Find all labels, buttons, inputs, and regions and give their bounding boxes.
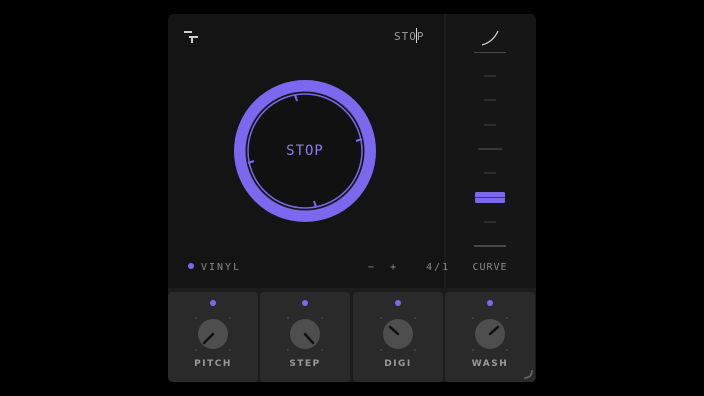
mode-label-text: STOP [394, 30, 425, 43]
knob-icon [380, 317, 416, 351]
preset-name: VINYL [201, 262, 242, 273]
knob-digi[interactable]: DIGI [353, 292, 443, 382]
knob-label: STEP [289, 359, 321, 369]
knob-indicator-dot [395, 300, 401, 306]
knob-pitch[interactable]: PITCH [168, 292, 258, 382]
preset-selector[interactable]: VINYL [188, 262, 241, 273]
preset-indicator-dot [188, 263, 194, 269]
knob-step[interactable]: STEP [260, 292, 350, 382]
knob-indicator-dot [210, 300, 216, 306]
preset-next-button[interactable]: + [390, 262, 398, 273]
knob-icon [472, 317, 508, 351]
curve-shape-icon [481, 30, 499, 46]
preset-counter: 4/1 [426, 262, 451, 273]
dial-center-label: STOP [286, 143, 324, 159]
knob-indicator-dot [302, 300, 308, 306]
text-cursor-icon [416, 28, 417, 43]
resize-handle-icon[interactable] [520, 366, 534, 380]
preset-navigation: − + 4/1 [368, 262, 450, 273]
knob-label: PITCH [194, 359, 232, 369]
knob-icon [287, 317, 323, 351]
knob-icon [195, 317, 231, 351]
curve-slider[interactable] [474, 52, 506, 252]
logo-icon [184, 31, 198, 43]
plugin-window: STOP STOP VINYL − + 4/1 CURVE PITCH STEP… [168, 14, 536, 382]
knob-label: DIGI [384, 359, 412, 369]
mode-label[interactable]: STOP [394, 28, 425, 43]
curve-label: CURVE [472, 262, 508, 273]
knob-indicator-dot [487, 300, 493, 306]
preset-prev-button[interactable]: − [368, 262, 376, 273]
